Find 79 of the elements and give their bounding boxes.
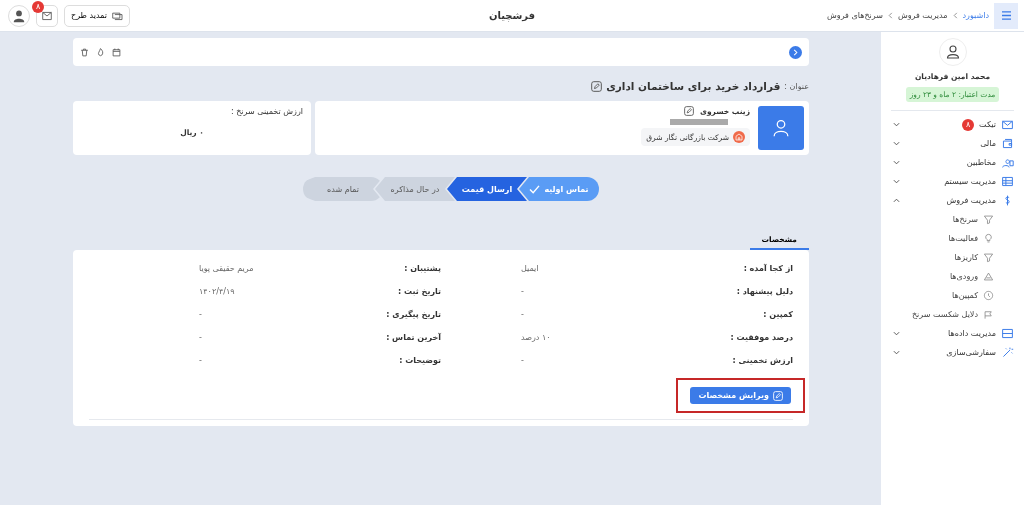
sidebar-item[interactable]: مالی — [893, 134, 1014, 153]
redacted-bar — [670, 119, 728, 125]
database-icon — [1001, 327, 1014, 340]
user-icon — [12, 8, 26, 23]
notification-badge: ۸ — [32, 0, 44, 13]
pipeline-stage[interactable]: ارسال قیمت — [447, 177, 527, 201]
field-value: - — [198, 310, 203, 319]
table-icon — [1001, 175, 1014, 188]
field-value: ایمیل — [520, 264, 540, 273]
field-value: ۱۴۰۲/۴/۱۹ — [198, 287, 236, 296]
sidebar-subitem[interactable]: دلایل شکست سرنخ — [893, 305, 1014, 324]
lead-title: قرارداد خرید برای ساختمان اداری — [606, 80, 781, 92]
field-label: توضیحات : — [398, 356, 441, 365]
sidebar-subitem[interactable]: فعالیت‌ها — [893, 229, 1014, 248]
breadcrumb-link[interactable]: مدیریت فروش — [897, 11, 948, 20]
breadcrumb-link[interactable]: سرنخ‌های فروش — [827, 11, 883, 20]
field-label: پشتیبان : — [403, 264, 441, 273]
building-icon — [733, 131, 745, 143]
bulb-icon — [983, 233, 994, 244]
sidebar-item[interactable]: تیکت ۸ — [893, 115, 1014, 134]
sidebar-item[interactable]: مخاطبین — [893, 153, 1014, 172]
field-value: - — [520, 356, 525, 365]
funnel-icon — [983, 214, 994, 225]
plan-icon — [110, 10, 123, 21]
chevron-icon — [887, 12, 893, 19]
clock-icon — [983, 290, 994, 301]
field-label: از کجا آمده : — [742, 264, 793, 273]
people-icon — [1001, 156, 1014, 169]
mail-icon — [41, 10, 53, 21]
sidebar-item[interactable]: سفارشی‌سازی — [893, 343, 1014, 362]
field-value: - — [520, 287, 525, 296]
edit-icon — [773, 390, 783, 401]
check-icon — [529, 184, 541, 194]
edit-details-button[interactable]: ویرایش مشخصات — [690, 387, 791, 404]
flame-icon[interactable] — [96, 47, 105, 57]
sidebar-item[interactable]: مدیریت فروش — [893, 191, 1014, 210]
renew-plan-button[interactable]: تمدید طرح — [64, 4, 130, 27]
app-title: فرشچیان — [488, 10, 536, 21]
sidebar-subitem[interactable]: کاریزها — [893, 248, 1014, 267]
edit-icon[interactable] — [591, 80, 603, 92]
breadcrumb-link[interactable]: داشبورد — [962, 11, 989, 20]
pipeline-stage[interactable]: در حال مذاکره — [375, 177, 455, 201]
count-badge: ۸ — [962, 118, 975, 131]
sidebar-item[interactable]: مدیریت سیستم — [893, 172, 1014, 191]
flag-icon — [983, 309, 994, 320]
field-label: تاریخ ثبت : — [397, 287, 441, 296]
field-label: درصد موفقیت : — [729, 333, 793, 342]
field-value: مریم حقیقی پویا — [198, 264, 255, 273]
sidebar-subitem[interactable]: سرنخ‌ها — [893, 210, 1014, 229]
field-value: ۱۰ درصد — [520, 333, 552, 342]
wand-icon — [1001, 346, 1014, 359]
menu-icon — [1000, 10, 1012, 20]
wallet-icon — [1001, 137, 1014, 150]
title-label: عنوان : — [784, 81, 809, 91]
field-label: ارزش تخمینی : — [731, 356, 793, 365]
back-button[interactable] — [789, 45, 802, 59]
calendar-icon[interactable] — [112, 47, 121, 57]
field-label: کمپین : — [762, 310, 793, 319]
sidebar-subitem[interactable]: ورودی‌ها — [893, 267, 1014, 286]
sidebar-item[interactable]: مدیریت داده‌ها — [893, 324, 1014, 343]
value-label: ارزش تخمینی سرنخ : — [229, 107, 303, 116]
menu-button[interactable] — [994, 2, 1018, 29]
field-value: - — [198, 356, 203, 365]
funnel-icon — [983, 252, 994, 263]
chevron-icon — [952, 12, 958, 19]
sidebar-subitem[interactable]: کمپین‌ها — [893, 286, 1014, 305]
field-value: - — [198, 333, 203, 342]
field-label: دلیل پیشنهاد : — [735, 287, 793, 296]
triangle-icon — [983, 271, 994, 282]
field-label: آخرین تماس : — [385, 333, 441, 342]
chevron-icon — [793, 48, 798, 56]
user-avatar-button[interactable] — [8, 4, 30, 27]
field-label: تاریخ پیگیری : — [385, 310, 441, 319]
edit-icon[interactable] — [684, 106, 694, 116]
user-icon — [944, 44, 961, 60]
field-value: - — [520, 310, 525, 319]
trash-icon[interactable] — [80, 47, 89, 57]
mail-icon — [1001, 118, 1014, 131]
user-icon — [771, 118, 791, 138]
